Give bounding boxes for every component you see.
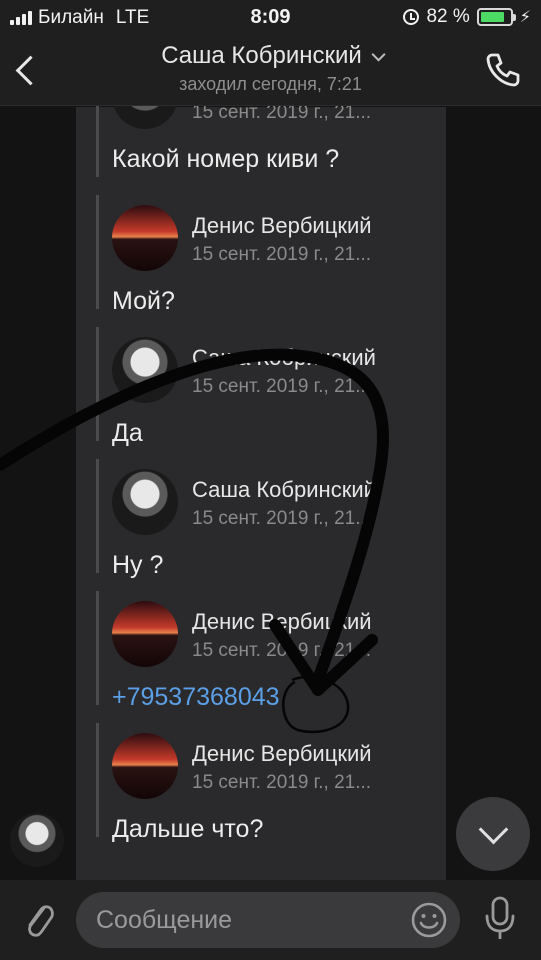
message-sender-name: Денис Вербицкий: [192, 741, 372, 766]
battery-percent: 82 %: [426, 6, 470, 27]
message-item[interactable]: Денис Вербицкий 15 сент. 2019 г., 21... +7…: [96, 591, 436, 717]
message-text: Мой?: [112, 287, 175, 315]
battery-icon: [476, 8, 516, 26]
message-date: 15 сент. 2019 г., 21...: [192, 508, 372, 529]
attach-paperclip-icon[interactable]: [20, 898, 56, 942]
message-item[interactable]: Денис Вербицкий 15 сент. 2019 г., 21... Да…: [96, 723, 436, 849]
contact-name: Саша Кобринский: [161, 42, 362, 69]
message-item[interactable]: Денис Вербицкий 15 сент. 2019 г., 21... Мо…: [96, 195, 436, 321]
message-sender-name: Саша Кобринский: [192, 477, 376, 502]
message-text: Ну ?: [112, 551, 164, 579]
forward-quote-bar: [96, 459, 99, 573]
message-text: Дальше что?: [112, 815, 264, 843]
forward-quote-bar: [96, 591, 99, 705]
alarm-icon: [403, 9, 420, 25]
message-text: Да: [112, 419, 143, 447]
message-avatar[interactable]: [112, 601, 178, 667]
charging-bolt-icon: ⚡: [519, 9, 531, 26]
status-right: 82 % ⚡: [403, 6, 531, 28]
emoji-icon[interactable]: [410, 901, 448, 939]
message-text: Какой номер киви ?: [112, 145, 340, 173]
message-date: 15 сент. 2019 г., 21...: [192, 772, 372, 793]
input-bar: [0, 880, 541, 960]
status-bar: Билайн LTE 8:09 82 % ⚡: [0, 0, 541, 36]
last-seen: заходил сегодня, 7:21: [179, 74, 362, 94]
microphone-icon[interactable]: [482, 894, 518, 944]
message-avatar[interactable]: [112, 205, 178, 271]
message-avatar[interactable]: [112, 469, 178, 535]
chat-title[interactable]: Саша Кобринский: [0, 42, 541, 70]
message-avatar[interactable]: [112, 733, 178, 799]
chevron-down-icon: [371, 47, 386, 62]
message-item[interactable]: Саша Кобринский 15 сент. 2019 г., 21... Да: [96, 327, 436, 453]
forward-quote-bar: [96, 195, 99, 309]
battery-level: [480, 12, 504, 22]
phone-number-link[interactable]: +79537368043: [112, 683, 280, 712]
message-avatar[interactable]: [112, 337, 178, 403]
message-date: 15 сент. 2019 г., 21...: [192, 244, 372, 265]
message-sender-name: Денис Вербицкий: [192, 609, 372, 634]
message-date: 15 сент. 2019 г., 21...: [192, 640, 372, 661]
forward-quote-bar: [96, 327, 99, 441]
scroll-down-icon[interactable]: [456, 797, 530, 871]
message-input[interactable]: [96, 892, 396, 948]
phone-icon[interactable]: [483, 50, 523, 90]
message-input-field[interactable]: [76, 892, 460, 948]
message-item[interactable]: Саша Кобринский 15 сент. 2019 г., 21... Ну…: [96, 459, 436, 585]
message-date: 15 сент. 2019 г., 21...: [192, 376, 372, 397]
chat-header: Саша Кобринский заходил сегодня, 7:21: [0, 36, 541, 106]
forward-quote-bar: [96, 723, 99, 837]
message-sender-name: Саша Кобринский: [192, 345, 376, 370]
sender-avatar[interactable]: [10, 813, 64, 867]
message-sender-name: Денис Вербицкий: [192, 213, 372, 238]
